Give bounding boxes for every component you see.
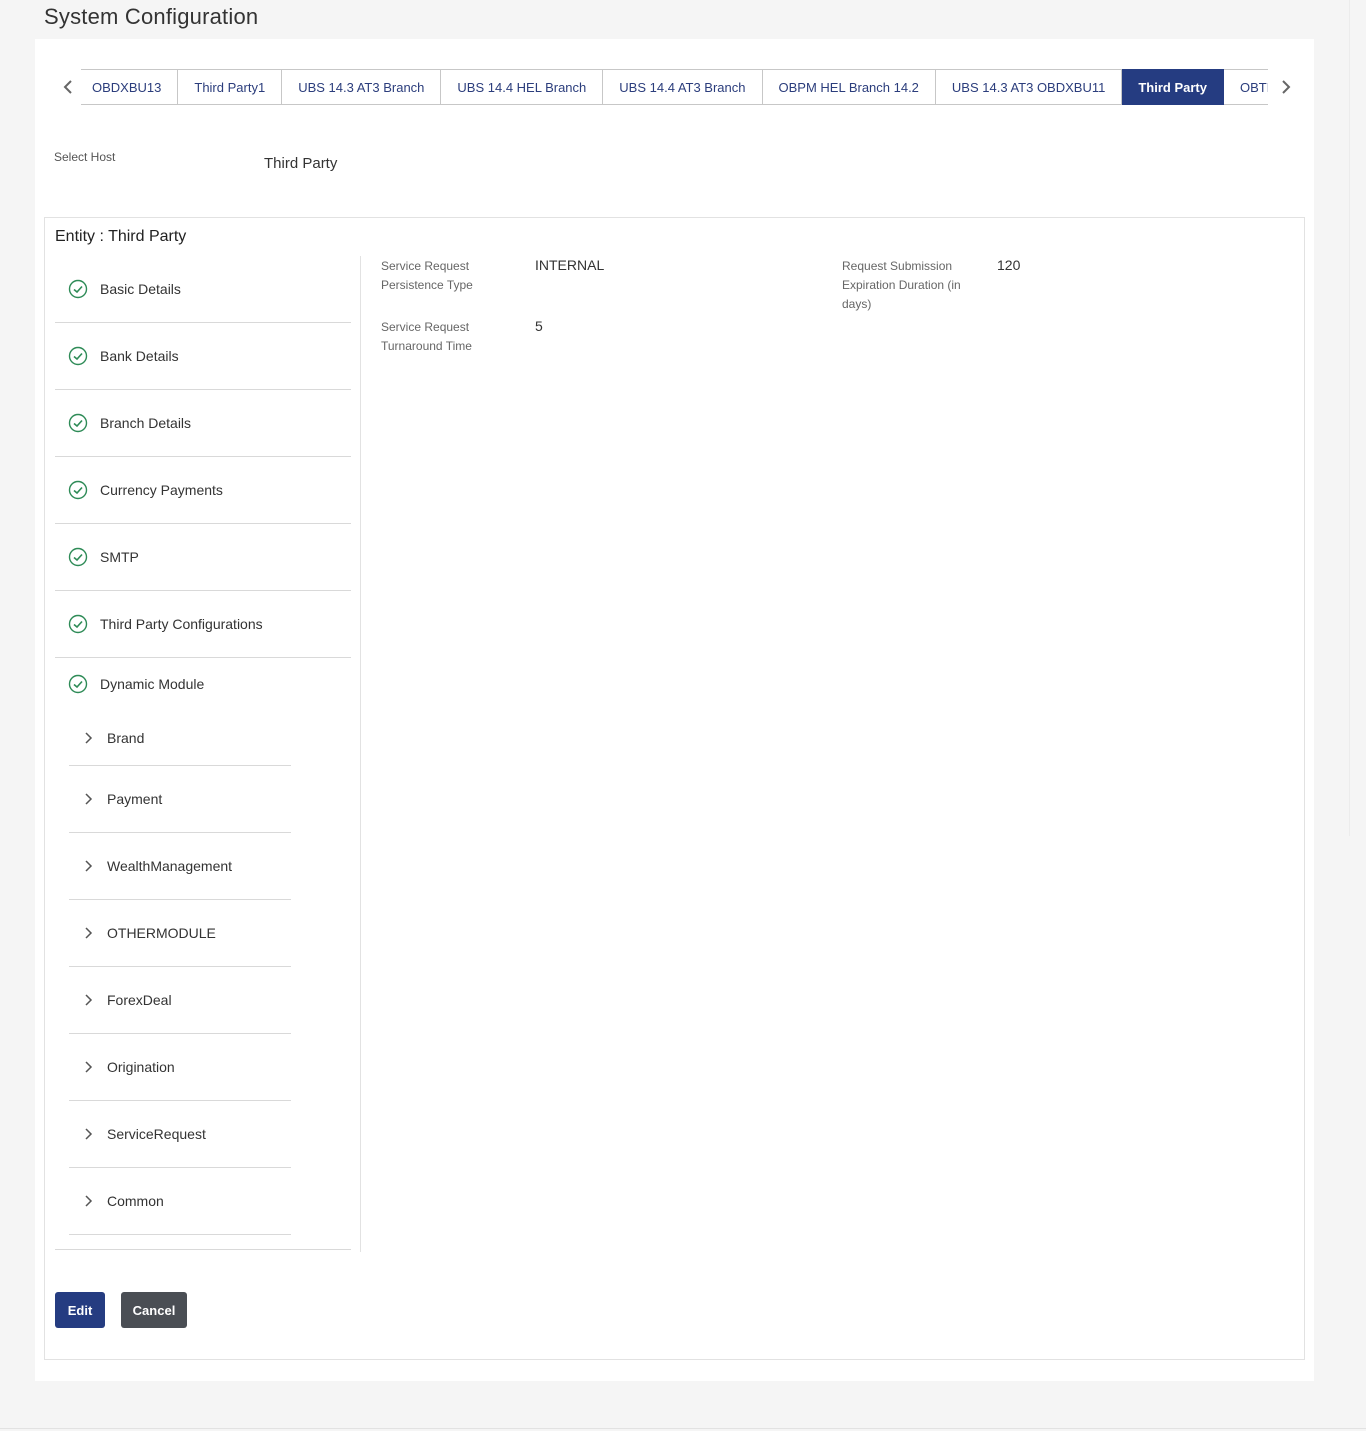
nav-label: Branch Details	[100, 415, 192, 431]
sub-item-brand[interactable]: Brand	[69, 710, 291, 766]
nav-bank-details[interactable]: Bank Details	[55, 323, 351, 390]
persistence-type-label: Service Request Persistence Type	[381, 259, 473, 292]
check-circle-icon	[68, 413, 88, 433]
nav-label: Dynamic Module	[100, 676, 205, 692]
check-circle-icon	[68, 279, 88, 299]
nav-branch-details[interactable]: Branch Details	[55, 390, 351, 457]
expiration-duration-value: 120	[997, 257, 1021, 273]
sub-item-label: ForexDeal	[107, 992, 172, 1008]
tab-track: OBDXBU13 Third Party1 UBS 14.3 AT3 Branc…	[81, 69, 1268, 105]
chevron-right-icon	[1282, 80, 1291, 94]
nav-smtp[interactable]: SMTP	[55, 524, 351, 591]
chevron-right-icon	[85, 1195, 93, 1207]
chevron-right-icon	[85, 927, 93, 939]
chevron-right-icon	[85, 1128, 93, 1140]
select-host-value: Third Party	[264, 155, 338, 172]
nav-bottom-divider	[55, 1249, 351, 1250]
sub-item-origination[interactable]: Origination	[69, 1034, 291, 1101]
sub-item-payment[interactable]: Payment	[69, 766, 291, 833]
sub-item-wealthmanagement[interactable]: WealthManagement	[69, 833, 291, 900]
sub-item-label: WealthManagement	[107, 858, 233, 874]
nav-label: Currency Payments	[100, 482, 223, 498]
chevron-right-icon	[85, 793, 93, 805]
sub-item-label: Brand	[107, 729, 145, 746]
sub-item-othermodule[interactable]: OTHERMODULE	[69, 900, 291, 967]
chevron-left-icon	[63, 80, 72, 94]
tab-ubs-144-hel-branch[interactable]: UBS 14.4 HEL Branch	[441, 69, 604, 105]
nav-basic-details[interactable]: Basic Details	[55, 256, 351, 323]
main-card: OBDXBU13 Third Party1 UBS 14.3 AT3 Branc…	[35, 39, 1314, 1381]
tab-third-party1[interactable]: Third Party1	[178, 69, 283, 105]
cancel-button[interactable]: Cancel	[121, 1292, 187, 1328]
sub-item-label: Common	[107, 1193, 164, 1209]
side-nav: Basic Details Bank Details Branch Detail…	[55, 256, 351, 1250]
check-circle-icon	[68, 346, 88, 366]
sub-item-label: Payment	[107, 791, 163, 807]
turnaround-time-value: 5	[535, 318, 543, 334]
chevron-right-icon	[85, 1061, 93, 1073]
page-title: System Configuration	[44, 4, 259, 29]
nav-dynamic-module[interactable]: Dynamic Module	[55, 658, 351, 710]
expiration-duration-label: Request Submission Expiration Duration (…	[842, 259, 961, 311]
check-circle-icon	[68, 674, 88, 694]
tab-obpm-hel-branch[interactable]: OBPM HEL Branch 14.2	[762, 69, 936, 105]
sub-item-label: OTHERMODULE	[107, 925, 216, 941]
persistence-type-value: INTERNAL	[535, 257, 605, 273]
tab-third-party[interactable]: Third Party	[1122, 69, 1224, 105]
tab-obdxbu13[interactable]: OBDXBU13	[81, 69, 179, 105]
tab-scroll-left-button[interactable]	[57, 69, 79, 105]
chevron-right-icon	[85, 994, 93, 1006]
nav-label: Basic Details	[100, 281, 181, 297]
check-circle-icon	[68, 547, 88, 567]
sub-item-forexdeal[interactable]: ForexDeal	[69, 967, 291, 1034]
host-tabs: OBDXBU13 Third Party1 UBS 14.3 AT3 Branc…	[57, 69, 1297, 105]
sub-item-common[interactable]: Common	[69, 1168, 291, 1235]
tab-scroll-right-button[interactable]	[1275, 69, 1297, 105]
entity-title: Entity : Third Party	[55, 228, 187, 245]
nav-currency-payments[interactable]: Currency Payments	[55, 457, 351, 524]
chevron-right-icon	[85, 860, 93, 872]
check-circle-icon	[68, 480, 88, 500]
tab-ubs-144-at3-branch[interactable]: UBS 14.4 AT3 Branch	[603, 69, 763, 105]
sub-item-label: Origination	[107, 1059, 175, 1075]
entity-panel: Entity : Third Party Basic Details Bank …	[44, 217, 1305, 1360]
nav-label: Bank Details	[100, 348, 179, 364]
check-circle-icon	[68, 614, 88, 634]
tab-ubs-143-at3-branch[interactable]: UBS 14.3 AT3 Branch	[282, 69, 442, 105]
turnaround-time-label: Service Request Turnaround Time	[381, 320, 472, 353]
tab-ubs-143-at3-obdxbu11[interactable]: UBS 14.3 AT3 OBDXBU11	[935, 69, 1123, 105]
right-divider	[1349, 0, 1350, 836]
dynamic-module-list: Brand Payment WealthManagement OTHERMODU…	[69, 710, 291, 1235]
sub-item-label: ServiceRequest	[107, 1126, 206, 1142]
tab-obtfpm-143[interactable]: OBTFPM 14.3	[1223, 69, 1268, 105]
chevron-right-icon	[85, 731, 93, 744]
nav-third-party-configurations[interactable]: Third Party Configurations	[55, 591, 351, 658]
footer-divider	[0, 1428, 1366, 1429]
sub-item-servicerequest[interactable]: ServiceRequest	[69, 1101, 291, 1168]
panel-divider	[360, 256, 361, 1252]
nav-label: Third Party Configurations	[100, 616, 263, 632]
tab-viewport: OBDXBU13 Third Party1 UBS 14.3 AT3 Branc…	[81, 69, 1268, 105]
nav-label: SMTP	[100, 549, 139, 565]
edit-button[interactable]: Edit	[55, 1292, 105, 1328]
select-host-label: Select Host	[54, 150, 116, 164]
